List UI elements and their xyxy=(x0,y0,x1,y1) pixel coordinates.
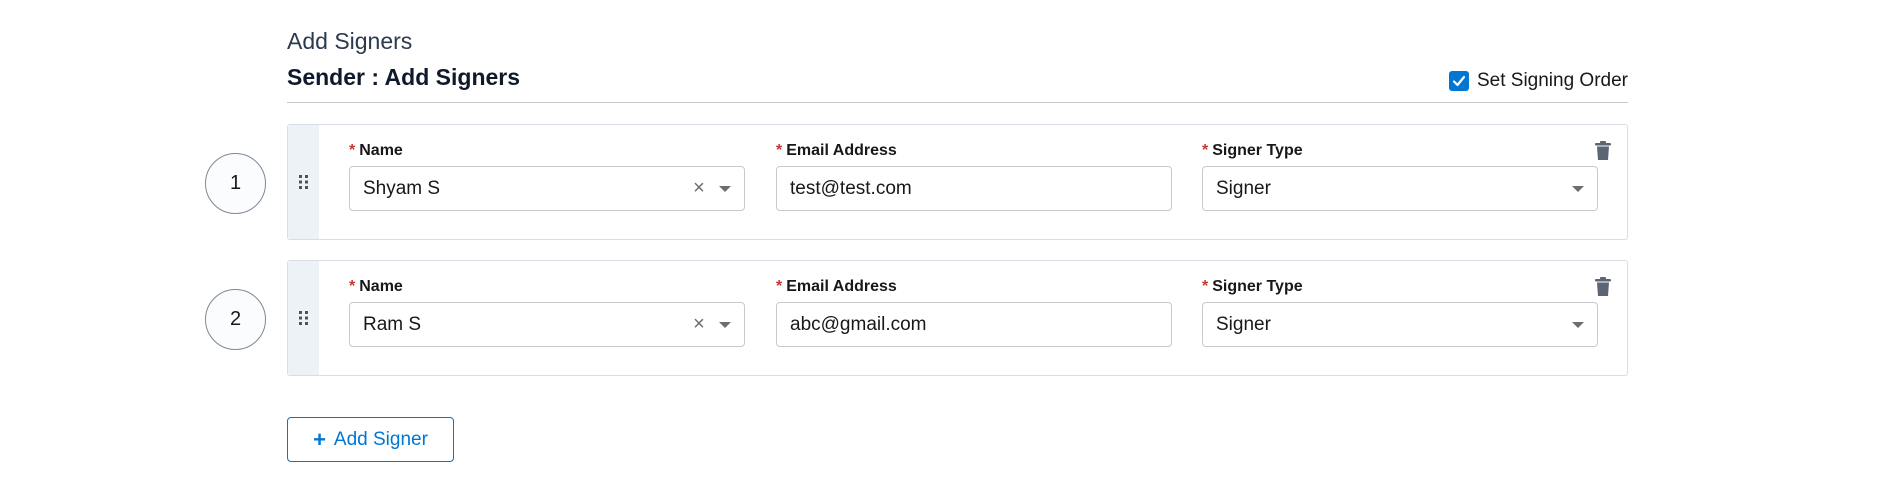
section-title: Sender : Add Signers xyxy=(287,64,521,90)
email-value: abc@gmail.com xyxy=(790,313,927,335)
name-field: * Name Ram S × xyxy=(349,277,745,347)
clear-icon[interactable]: × xyxy=(689,177,709,200)
signer-card: * Name Ram S × * Email Address abc@gmail.c… xyxy=(287,260,1628,376)
signer-type-field: * Signer Type Signer xyxy=(1202,141,1598,211)
chevron-down-icon[interactable] xyxy=(1572,185,1584,192)
email-input[interactable]: abc@gmail.com xyxy=(776,302,1172,347)
email-field: * Email Address abc@gmail.com xyxy=(776,277,1172,347)
signer-type-field: * Signer Type Signer xyxy=(1202,277,1598,347)
signer-type-select[interactable]: Signer xyxy=(1202,302,1598,347)
name-field: * Name Shyam S × xyxy=(349,141,745,211)
name-combobox[interactable]: Shyam S × xyxy=(349,166,745,211)
chevron-down-icon[interactable] xyxy=(1572,321,1584,328)
email-label: * Email Address xyxy=(776,278,897,295)
signer-row: 2 * Name Ram S × * Email Address abc@gmail… xyxy=(0,260,1902,376)
name-value: Shyam S xyxy=(363,177,441,199)
add-signer-label: Add Signer xyxy=(333,428,428,450)
email-field: * Email Address test@test.com xyxy=(776,141,1172,211)
trash-icon[interactable] xyxy=(1594,141,1612,161)
name-label: * Name xyxy=(349,142,403,159)
plus-icon: + xyxy=(313,426,326,452)
signer-type-value: Signer xyxy=(1216,313,1271,335)
page-heading: Add Signers xyxy=(287,28,413,54)
chevron-down-icon[interactable] xyxy=(719,321,731,328)
clear-icon[interactable]: × xyxy=(689,313,709,336)
section-divider xyxy=(287,102,1628,103)
name-value: Ram S xyxy=(363,313,422,335)
checkmark-icon xyxy=(1452,75,1466,87)
signer-row: 1 * Name Shyam S × * Email Address test@te… xyxy=(0,124,1902,240)
signer-type-value: Signer xyxy=(1216,177,1271,199)
signing-order-checkbox[interactable] xyxy=(1448,71,1469,91)
signing-order-label: Set Signing Order xyxy=(1476,70,1628,91)
email-input[interactable]: test@test.com xyxy=(776,166,1172,211)
signing-order-number: 1 xyxy=(205,153,266,214)
name-label: * Name xyxy=(349,278,403,295)
chevron-down-icon[interactable] xyxy=(719,185,731,192)
signing-order-number: 2 xyxy=(205,289,266,350)
signer-type-label: * Signer Type xyxy=(1202,278,1303,295)
signer-type-select[interactable]: Signer xyxy=(1202,166,1598,211)
drag-handle-icon xyxy=(298,311,308,325)
drag-handle[interactable] xyxy=(288,125,319,239)
email-label: * Email Address xyxy=(776,142,897,159)
name-combobox[interactable]: Ram S × xyxy=(349,302,745,347)
drag-handle[interactable] xyxy=(288,261,319,375)
trash-icon[interactable] xyxy=(1594,277,1612,297)
signer-type-label: * Signer Type xyxy=(1202,142,1303,159)
email-value: test@test.com xyxy=(790,177,912,199)
signer-card: * Name Shyam S × * Email Address test@test… xyxy=(287,124,1628,240)
signing-order-toggle[interactable]: Set Signing Order xyxy=(1448,70,1628,92)
add-signer-button[interactable]: + Add Signer xyxy=(287,417,454,462)
drag-handle-icon xyxy=(298,175,308,189)
